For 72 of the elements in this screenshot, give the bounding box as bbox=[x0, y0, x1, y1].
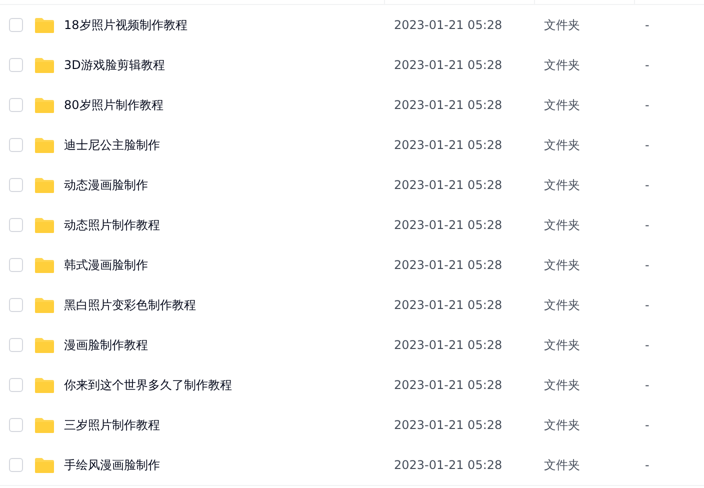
folder-icon bbox=[34, 96, 55, 114]
modified-date: 2023-01-21 05:28 bbox=[393, 258, 504, 272]
file-type: 文件夹 bbox=[543, 456, 581, 474]
folder-icon bbox=[34, 296, 55, 314]
file-size: - bbox=[644, 178, 650, 192]
folder-icon bbox=[34, 336, 55, 354]
file-size: - bbox=[644, 298, 650, 312]
modified-date: 2023-01-21 05:28 bbox=[393, 18, 504, 32]
modified-date: 2023-01-21 05:28 bbox=[393, 458, 504, 472]
file-type: 文件夹 bbox=[543, 16, 581, 34]
file-size: - bbox=[644, 218, 650, 232]
folder-icon bbox=[34, 176, 55, 194]
checkbox[interactable] bbox=[9, 138, 23, 152]
file-type: 文件夹 bbox=[543, 56, 581, 74]
file-size: - bbox=[644, 258, 650, 272]
file-size: - bbox=[644, 378, 650, 392]
file-size: - bbox=[644, 58, 650, 72]
file-size: - bbox=[644, 138, 650, 152]
file-name[interactable]: 手绘风漫画脸制作 bbox=[64, 456, 160, 474]
file-name[interactable]: 动态漫画脸制作 bbox=[64, 176, 148, 194]
file-type: 文件夹 bbox=[543, 176, 581, 194]
modified-date: 2023-01-21 05:28 bbox=[393, 338, 504, 352]
checkbox[interactable] bbox=[9, 298, 23, 312]
file-size: - bbox=[644, 98, 650, 112]
folder-icon bbox=[34, 456, 55, 474]
file-type: 文件夹 bbox=[543, 136, 581, 154]
checkbox[interactable] bbox=[9, 178, 23, 192]
file-name[interactable]: 80岁照片制作教程 bbox=[64, 96, 164, 114]
checkbox[interactable] bbox=[9, 258, 23, 272]
file-size: - bbox=[644, 18, 650, 32]
file-type: 文件夹 bbox=[543, 96, 581, 114]
folder-icon bbox=[34, 416, 55, 434]
file-type: 文件夹 bbox=[543, 336, 581, 354]
file-name[interactable]: 3D游戏脸剪辑教程 bbox=[64, 56, 165, 74]
folder-icon bbox=[34, 216, 55, 234]
checkbox[interactable] bbox=[9, 58, 23, 72]
file-type: 文件夹 bbox=[543, 256, 581, 274]
modified-date: 2023-01-21 05:28 bbox=[393, 138, 504, 152]
modified-date: 2023-01-21 05:28 bbox=[393, 178, 504, 192]
folder-icon bbox=[34, 16, 55, 34]
modified-date: 2023-01-21 05:28 bbox=[393, 98, 504, 112]
file-name[interactable]: 漫画脸制作教程 bbox=[64, 336, 148, 354]
file-type: 文件夹 bbox=[543, 216, 581, 234]
checkbox[interactable] bbox=[9, 218, 23, 232]
file-name[interactable]: 动态照片制作教程 bbox=[64, 216, 160, 234]
file-name[interactable]: 你来到这个世界多久了制作教程 bbox=[64, 376, 232, 394]
checkbox[interactable] bbox=[9, 98, 23, 112]
file-name[interactable]: 三岁照片制作教程 bbox=[64, 416, 160, 434]
file-size: - bbox=[644, 418, 650, 432]
folder-icon bbox=[34, 56, 55, 74]
checkbox[interactable] bbox=[9, 338, 23, 352]
checkbox[interactable] bbox=[9, 418, 23, 432]
file-type: 文件夹 bbox=[543, 376, 581, 394]
file-type: 文件夹 bbox=[543, 296, 581, 314]
modified-date: 2023-01-21 05:28 bbox=[393, 378, 504, 392]
modified-date: 2023-01-21 05:28 bbox=[393, 418, 504, 432]
file-name[interactable]: 18岁照片视频制作教程 bbox=[64, 16, 188, 34]
modified-date: 2023-01-21 05:28 bbox=[393, 58, 504, 72]
checkbox[interactable] bbox=[9, 458, 23, 472]
modified-date: 2023-01-21 05:28 bbox=[393, 218, 504, 232]
folder-icon bbox=[34, 376, 55, 394]
folder-icon bbox=[34, 256, 55, 274]
file-name[interactable]: 黑白照片变彩色制作教程 bbox=[64, 296, 196, 314]
checkbox[interactable] bbox=[9, 378, 23, 392]
file-type: 文件夹 bbox=[543, 416, 581, 434]
file-name[interactable]: 韩式漫画脸制作 bbox=[64, 256, 148, 274]
folder-icon bbox=[34, 136, 55, 154]
file-name[interactable]: 迪士尼公主脸制作 bbox=[64, 136, 160, 154]
modified-date: 2023-01-21 05:28 bbox=[393, 298, 504, 312]
file-size: - bbox=[644, 338, 650, 352]
checkbox[interactable] bbox=[9, 18, 23, 32]
file-size: - bbox=[644, 458, 650, 472]
